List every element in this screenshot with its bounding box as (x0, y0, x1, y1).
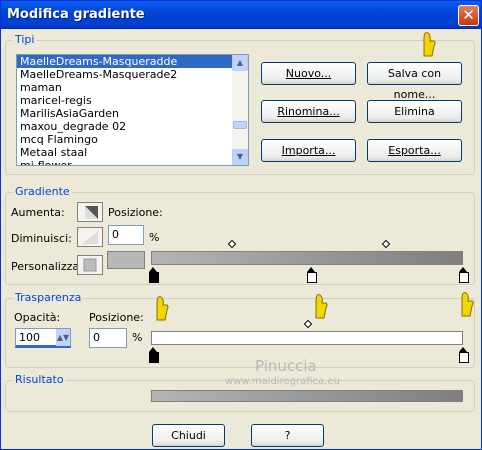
pointing-hand-icon (156, 296, 169, 321)
gradiente-legend: Gradiente (13, 185, 72, 198)
trasparenza-legend: Trasparenza (13, 291, 84, 304)
close-icon: ✕ (462, 6, 475, 24)
elimina-button[interactable]: Elimina (367, 100, 462, 123)
custom-color-swatch[interactable] (107, 251, 145, 269)
transparency-stop-left[interactable] (149, 347, 159, 363)
transparency-bar[interactable] (151, 331, 463, 345)
diminuisci-label: Diminuisci: (11, 232, 72, 245)
help-button[interactable]: ? (251, 424, 324, 447)
gradient-percent-label: % (149, 231, 160, 244)
pointing-hand-icon (423, 32, 436, 57)
title-bar[interactable]: Modifica gradiente ✕ (1, 1, 481, 29)
opacity-spin-icon[interactable]: ▲▼ (56, 329, 70, 346)
tipi-legend: Tipi (13, 33, 37, 46)
pointing-hand-icon (315, 294, 328, 319)
pointing-hand-icon (461, 292, 474, 317)
transparency-position-label: Posizione: (89, 311, 144, 324)
window-title: Modifica gradiente (7, 7, 145, 22)
scroll-up-button[interactable]: ▲ (232, 55, 248, 71)
gradient-decrease-icon (82, 231, 98, 244)
gradient-increase-icon (85, 206, 98, 219)
personalizza-label: Personalizza: (11, 260, 83, 273)
close-button[interactable]: ✕ (458, 5, 479, 26)
list-item[interactable]: maman (17, 81, 248, 94)
chiudi-button[interactable]: Chiudi (152, 424, 225, 447)
watermark-name: Pinuccia (255, 357, 317, 375)
list-item[interactable]: MaelleDreams-Masqueradde (17, 55, 248, 68)
watermark-url: www.maidiregrafica.eu (225, 376, 340, 387)
transparency-stop-right[interactable] (459, 347, 469, 363)
esporta-button[interactable]: Esporta... (367, 139, 462, 162)
aumenta-button[interactable] (77, 202, 103, 222)
personalizza-button[interactable] (77, 255, 103, 275)
gradient-stop-left[interactable] (149, 267, 159, 283)
list-item[interactable]: mi-flower (17, 159, 248, 165)
scroll-down-button[interactable]: ▼ (232, 149, 248, 165)
gradient-stop-right[interactable] (459, 267, 469, 283)
posizione-label: Posizione: (108, 206, 163, 219)
list-item[interactable]: Metaal staal (17, 146, 248, 159)
risultato-legend: Risultato (13, 373, 66, 386)
gradient-position-input[interactable]: 0 (108, 225, 144, 245)
nuovo-button[interactable]: Nuovo... (261, 62, 356, 85)
list-item[interactable]: mcq Flamingo (17, 133, 248, 146)
result-preview-bar (151, 390, 463, 402)
transparency-percent-label: % (132, 331, 143, 344)
list-item[interactable]: MarilisAsiaGarden (17, 107, 248, 120)
list-item[interactable]: maricel-regis (17, 94, 248, 107)
gradient-bar[interactable] (151, 251, 463, 265)
opacity-input[interactable]: 100 ▲▼ (15, 328, 71, 348)
rinomina-button[interactable]: Rinomina... (261, 100, 356, 123)
list-item[interactable]: maxou_degrade 02 (17, 120, 248, 133)
transparency-position-input[interactable]: 0 (89, 328, 127, 348)
gradient-type-list[interactable]: MaelleDreams-Masqueradde MaelleDreams-Mas… (16, 54, 249, 166)
scroll-thumb[interactable] (233, 121, 247, 129)
opacita-label: Opacità: (14, 311, 61, 324)
salva-con-nome-button[interactable]: Salva con nome... (367, 62, 462, 101)
dialog-window: Modifica gradiente ✕ Tipi MaelleDreams-M… (0, 0, 482, 450)
gradient-stop-middle[interactable] (307, 267, 317, 283)
aumenta-label: Aumenta: (11, 206, 65, 219)
diminuisci-button[interactable] (77, 227, 103, 247)
opacity-value: 100 (19, 331, 40, 344)
custom-gradient-icon (83, 258, 97, 272)
list-item[interactable]: MaelleDreams-Masquerade2 (17, 68, 248, 81)
importa-button[interactable]: Importa... (261, 139, 356, 162)
list-scrollbar[interactable]: ▲ ▼ (232, 55, 248, 165)
